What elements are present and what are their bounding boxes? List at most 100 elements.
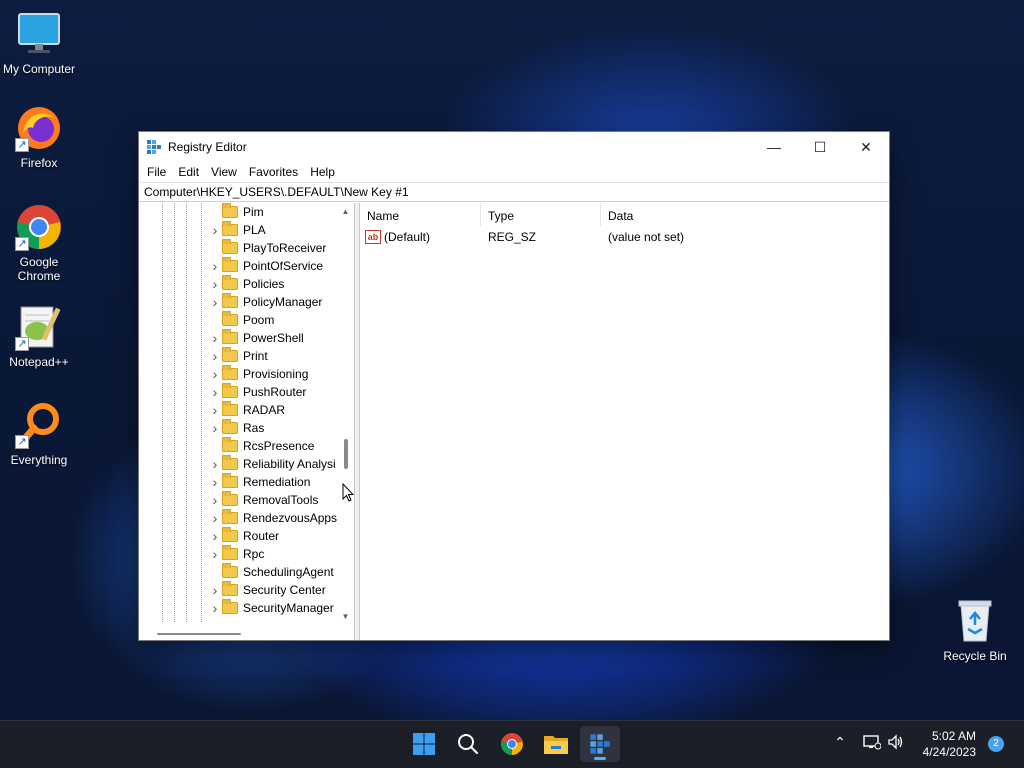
column-header-type[interactable]: Type bbox=[481, 203, 601, 226]
address-bar[interactable]: Computer\HKEY_USERS\.DEFAULT\New Key #1 bbox=[139, 182, 889, 202]
file-explorer-taskbar[interactable] bbox=[536, 726, 576, 762]
chevron-right-icon[interactable]: › bbox=[209, 348, 221, 364]
desktop-icon-label: Google Chrome bbox=[17, 255, 61, 283]
chevron-right-icon[interactable]: › bbox=[209, 258, 221, 274]
chevron-right-icon[interactable]: › bbox=[209, 366, 221, 382]
scrollbar-thumb[interactable] bbox=[157, 633, 241, 635]
clock-date[interactable]: 4/24/2023 bbox=[906, 745, 976, 759]
tree-item[interactable]: › PushRouter bbox=[209, 383, 306, 401]
list-header: Name Type Data bbox=[360, 203, 889, 227]
tree-item[interactable]: › RendezvousApps bbox=[209, 509, 337, 527]
scrollbar-thumb[interactable] bbox=[344, 439, 348, 469]
values-list-pane[interactable]: Name Type Data ab (Default) REG_SZ (value… bbox=[359, 203, 889, 640]
folder-icon bbox=[222, 599, 238, 614]
chevron-right-icon[interactable]: › bbox=[209, 492, 221, 508]
chevron-right-icon[interactable]: › bbox=[209, 510, 221, 526]
key-tree-pane[interactable]: Pim › PLA PlayToReceiver › PointOfService › Pol… bbox=[139, 203, 355, 640]
desktop-icon-recycle-bin[interactable]: Recycle Bin bbox=[936, 597, 1014, 663]
volume-icon[interactable] bbox=[886, 734, 906, 753]
tree-item[interactable]: › Print bbox=[209, 347, 268, 365]
tree-item[interactable]: › RADAR bbox=[209, 401, 285, 419]
search-button[interactable] bbox=[448, 726, 488, 762]
chrome-taskbar[interactable] bbox=[492, 726, 532, 762]
menu-view[interactable]: View bbox=[205, 165, 243, 179]
value-name: (Default) bbox=[384, 229, 431, 244]
regedit-taskbar[interactable] bbox=[580, 726, 620, 762]
tree-item[interactable]: PlayToReceiver bbox=[209, 239, 326, 257]
title-bar[interactable]: Registry Editor — ☐ ✕ bbox=[139, 132, 889, 162]
desktop-icon-google-chrome[interactable]: ↗ Google Chrome bbox=[0, 203, 78, 283]
tree-item[interactable]: Poom bbox=[209, 311, 274, 329]
minimize-button[interactable]: — bbox=[751, 132, 797, 162]
folder-icon bbox=[222, 473, 238, 488]
tree-item[interactable]: › Remediation bbox=[209, 473, 310, 491]
tree-item-label: PushRouter bbox=[243, 385, 307, 399]
tree-item[interactable]: › Reliability Analysi bbox=[209, 455, 336, 473]
chevron-right-icon[interactable]: › bbox=[209, 474, 221, 490]
tree-item[interactable]: › RemovalTools bbox=[209, 491, 318, 509]
chevron-right-icon[interactable]: › bbox=[209, 546, 221, 562]
tree-item[interactable]: › SecurityManager bbox=[209, 599, 334, 617]
menu-edit[interactable]: Edit bbox=[172, 165, 205, 179]
tree-item-label: Print bbox=[243, 349, 268, 363]
tree-item[interactable]: › Policies bbox=[209, 275, 284, 293]
tree-item[interactable]: › Rpc bbox=[209, 545, 264, 563]
folder-icon bbox=[222, 509, 238, 524]
tree-item-label: PointOfService bbox=[243, 259, 324, 273]
chevron-right-icon[interactable]: › bbox=[209, 384, 221, 400]
tree-item[interactable]: › PLA bbox=[209, 221, 266, 239]
tree-item[interactable]: › PointOfService bbox=[209, 257, 323, 275]
folder-icon bbox=[222, 581, 238, 596]
tree-item[interactable]: › PolicyManager bbox=[209, 293, 322, 311]
regedit-icon bbox=[146, 139, 162, 155]
tree-item-label: SchedulingAgent bbox=[243, 565, 334, 579]
chrome-icon: ↗ bbox=[15, 203, 63, 251]
chevron-right-icon[interactable]: › bbox=[209, 528, 221, 544]
tree-vertical-scrollbar[interactable]: ▲ ▼ bbox=[337, 203, 354, 624]
tree-item[interactable]: › Security Center bbox=[209, 581, 326, 599]
tree-item[interactable]: › Router bbox=[209, 527, 279, 545]
clock-time[interactable]: 5:02 AM bbox=[906, 729, 976, 743]
menu-file[interactable]: File bbox=[141, 165, 172, 179]
list-item[interactable]: ab (Default) REG_SZ (value not set) bbox=[360, 227, 889, 247]
tree-guide-line bbox=[186, 203, 187, 622]
column-header-data[interactable]: Data bbox=[601, 203, 801, 226]
shortcut-arrow-icon: ↗ bbox=[15, 138, 29, 152]
column-header-name[interactable]: Name bbox=[360, 203, 481, 226]
desktop-icon-notepadpp[interactable]: ↗ Notepad++ bbox=[0, 303, 78, 369]
show-hidden-icons-chevron-icon[interactable]: ⌃ bbox=[832, 734, 848, 751]
maximize-button[interactable]: ☐ bbox=[797, 132, 843, 162]
start-button[interactable] bbox=[404, 726, 444, 762]
menu-help[interactable]: Help bbox=[304, 165, 341, 179]
folder-icon bbox=[222, 293, 238, 308]
chevron-right-icon[interactable]: › bbox=[209, 420, 221, 436]
menu-favorites[interactable]: Favorites bbox=[243, 165, 304, 179]
chevron-right-icon[interactable]: › bbox=[209, 456, 221, 472]
notification-badge[interactable]: 2 bbox=[988, 736, 1004, 752]
tree-item[interactable]: › PowerShell bbox=[209, 329, 304, 347]
chevron-right-icon[interactable]: › bbox=[209, 402, 221, 418]
tree-item[interactable]: Pim bbox=[209, 203, 264, 221]
close-button[interactable]: ✕ bbox=[843, 132, 889, 162]
scroll-down-arrow-icon[interactable]: ▼ bbox=[337, 610, 354, 624]
desktop-icon-my-computer[interactable]: My Computer bbox=[0, 10, 78, 76]
folder-icon bbox=[222, 563, 238, 578]
chevron-right-icon[interactable]: › bbox=[209, 294, 221, 310]
tree-item[interactable]: › Ras bbox=[209, 419, 264, 437]
chevron-right-icon[interactable]: › bbox=[209, 582, 221, 598]
tree-item[interactable]: SchedulingAgent bbox=[209, 563, 334, 581]
tree-item[interactable]: RcsPresence bbox=[209, 437, 314, 455]
chevron-right-icon[interactable]: › bbox=[209, 276, 221, 292]
desktop-icon-everything[interactable]: ↗ Everything bbox=[0, 401, 78, 467]
registry-editor-window: Registry Editor — ☐ ✕ File Edit View Fav… bbox=[138, 131, 890, 641]
desktop-icon-firefox[interactable]: ↗ Firefox bbox=[0, 104, 78, 170]
tree-item[interactable]: › Provisioning bbox=[209, 365, 308, 383]
regedit-icon bbox=[590, 734, 610, 754]
chevron-right-icon[interactable]: › bbox=[209, 222, 221, 238]
tree-horizontal-scrollbar[interactable] bbox=[139, 624, 354, 640]
chevron-right-icon[interactable]: › bbox=[209, 330, 221, 346]
firefox-icon: ↗ bbox=[15, 104, 63, 152]
chevron-right-icon[interactable]: › bbox=[209, 600, 221, 616]
scroll-up-arrow-icon[interactable]: ▲ bbox=[337, 205, 354, 219]
network-icon[interactable] bbox=[862, 734, 882, 753]
